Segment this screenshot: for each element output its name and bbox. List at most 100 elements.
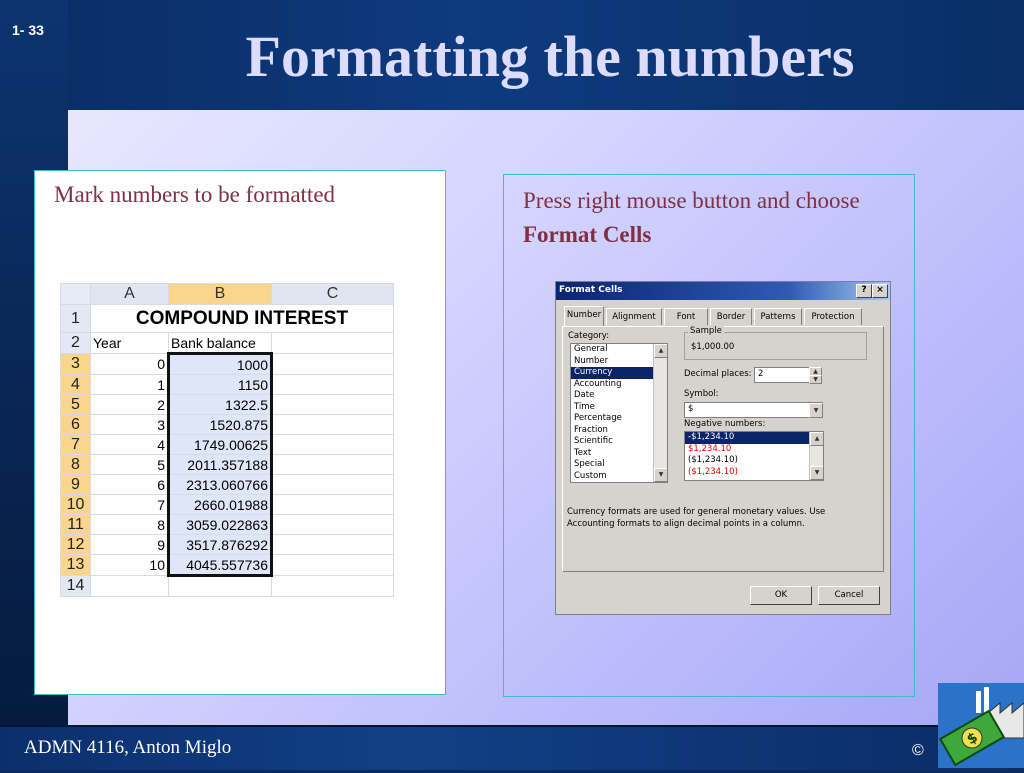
row-header[interactable]: 9 [60, 474, 91, 495]
column-header-a[interactable]: A [90, 283, 169, 305]
balance-cell[interactable]: 1322.5 [167, 394, 273, 415]
empty-cell[interactable] [271, 353, 394, 375]
empty-cell[interactable] [271, 554, 394, 576]
balance-cell[interactable]: 1749.00625 [167, 434, 273, 455]
balance-cell[interactable]: 3517.876292 [167, 534, 273, 555]
scroll-down-icon[interactable]: ▼ [654, 468, 667, 482]
empty-cell[interactable] [271, 374, 394, 395]
negative-format-option[interactable]: -$1,234.10 [685, 432, 823, 444]
year-cell[interactable]: 6 [90, 474, 169, 495]
spreadsheet: A B C 1 COMPOUND INTEREST 2 Year Bank ba… [60, 283, 395, 599]
balance-cell[interactable]: 3059.022863 [167, 514, 273, 535]
row-header[interactable]: 12 [60, 534, 91, 555]
negative-numbers-list[interactable]: -$1,234.10 $1,234.10 ($1,234.10) ($1,234.10… [684, 431, 824, 481]
year-cell[interactable]: 10 [90, 554, 169, 576]
empty-cell[interactable] [168, 575, 272, 597]
close-button[interactable]: × [872, 284, 888, 298]
row-header[interactable]: 5 [60, 394, 91, 415]
negative-format-option[interactable]: ($1,234.10) [685, 455, 823, 467]
negative-format-option[interactable]: $1,234.10 [685, 444, 823, 456]
cancel-button[interactable]: Cancel [818, 586, 880, 605]
table-row: 7 4 1749.00625 [60, 434, 394, 455]
year-header-cell[interactable]: Year [90, 332, 169, 354]
scroll-up-icon[interactable]: ▲ [654, 344, 667, 358]
balance-cell[interactable]: 2313.060766 [167, 474, 273, 495]
help-button[interactable]: ? [856, 284, 872, 298]
row-header[interactable]: 8 [60, 454, 91, 475]
balance-cell[interactable]: 1520.875 [167, 414, 273, 435]
balance-cell[interactable]: 2660.01988 [167, 494, 273, 515]
symbol-select[interactable]: $ [684, 402, 823, 418]
balance-cell[interactable]: 1150 [167, 374, 273, 395]
row-header[interactable]: 1 [60, 304, 91, 333]
decimal-places-input[interactable]: 2 [754, 367, 811, 383]
empty-cell[interactable] [271, 414, 394, 435]
row-header[interactable]: 10 [60, 494, 91, 515]
scroll-up-icon[interactable]: ▲ [810, 432, 823, 446]
sheet-title-cell[interactable]: COMPOUND INTEREST [90, 304, 394, 333]
year-cell[interactable]: 3 [90, 414, 169, 435]
tab-border[interactable]: Border [710, 308, 752, 325]
year-cell[interactable]: 4 [90, 434, 169, 455]
right-caption: Press right mouse button and choose Form… [523, 184, 903, 252]
tab-font[interactable]: Font [664, 308, 708, 325]
decimal-places-value: 2 [758, 369, 764, 379]
negative-scrollbar[interactable]: ▲ ▼ [809, 432, 823, 480]
balance-cell[interactable]: 4045.557736 [167, 554, 273, 577]
balance-cell[interactable]: 2011.357188 [167, 454, 273, 475]
balance-cell[interactable]: 1000 [167, 352, 273, 375]
empty-cell[interactable] [271, 332, 394, 354]
tab-patterns[interactable]: Patterns [754, 308, 802, 325]
decimal-places-label: Decimal places: [684, 369, 752, 379]
tab-protection[interactable]: Protection [804, 308, 862, 325]
row-header[interactable]: 11 [60, 514, 91, 535]
year-cell[interactable]: 0 [90, 353, 169, 375]
negative-format-option[interactable]: ($1,234.10) [685, 467, 823, 479]
slide-number: 1- 33 [12, 22, 44, 38]
column-header-c[interactable]: C [271, 283, 394, 305]
empty-cell[interactable] [271, 534, 394, 555]
right-panel: Press right mouse button and choose Form… [503, 174, 915, 697]
category-list[interactable]: General Number Currency Accounting Date Time P… [570, 343, 668, 483]
scroll-down-icon[interactable]: ▼ [810, 466, 823, 480]
empty-cell[interactable] [271, 394, 394, 415]
tab-alignment[interactable]: Alignment [606, 308, 662, 325]
empty-cell[interactable] [271, 575, 394, 597]
row-header[interactable]: 6 [60, 414, 91, 435]
year-cell[interactable]: 2 [90, 394, 169, 415]
category-scrollbar[interactable]: ▲ ▼ [653, 344, 667, 482]
table-row: 11 8 3059.022863 [60, 514, 394, 535]
row-header[interactable]: 3 [60, 353, 91, 375]
year-cell[interactable]: 7 [90, 494, 169, 515]
empty-cell[interactable] [271, 494, 394, 515]
year-cell[interactable]: 1 [90, 374, 169, 395]
spin-down-icon[interactable]: ▼ [809, 375, 822, 384]
empty-cell[interactable] [90, 575, 169, 597]
slide-title: Formatting the numbers [245, 24, 855, 89]
ok-button[interactable]: OK [750, 586, 812, 605]
balance-header-cell[interactable]: Bank balance [168, 332, 272, 354]
row-header[interactable]: 4 [60, 374, 91, 395]
year-cell[interactable]: 5 [90, 454, 169, 475]
sample-group: $1,000.00 [684, 332, 867, 360]
row-header[interactable]: 14 [60, 575, 91, 597]
empty-cell[interactable] [271, 454, 394, 475]
year-cell[interactable]: 8 [90, 514, 169, 535]
copyright-symbol: © [912, 742, 924, 759]
table-row: 9 6 2313.060766 [60, 474, 394, 495]
empty-cell[interactable] [271, 514, 394, 535]
empty-cell[interactable] [271, 434, 394, 455]
row-header[interactable]: 2 [60, 332, 91, 354]
year-cell[interactable]: 9 [90, 534, 169, 555]
dropdown-arrow-icon[interactable]: ▼ [809, 403, 823, 418]
number-tab-panel: Category: General Number Currency Accountin… [562, 326, 884, 572]
row-header[interactable]: 7 [60, 434, 91, 455]
format-cells-dialog: Format Cells ? × Number Alignment Font B… [555, 281, 891, 615]
tab-number[interactable]: Number [564, 306, 604, 326]
table-row: 6 3 1520.875 [60, 414, 394, 435]
column-header-b[interactable]: B [168, 283, 272, 305]
empty-cell[interactable] [271, 474, 394, 495]
select-all-corner[interactable] [60, 283, 91, 305]
negative-numbers-label: Negative numbers: [684, 419, 766, 429]
row-header[interactable]: 13 [60, 554, 91, 576]
